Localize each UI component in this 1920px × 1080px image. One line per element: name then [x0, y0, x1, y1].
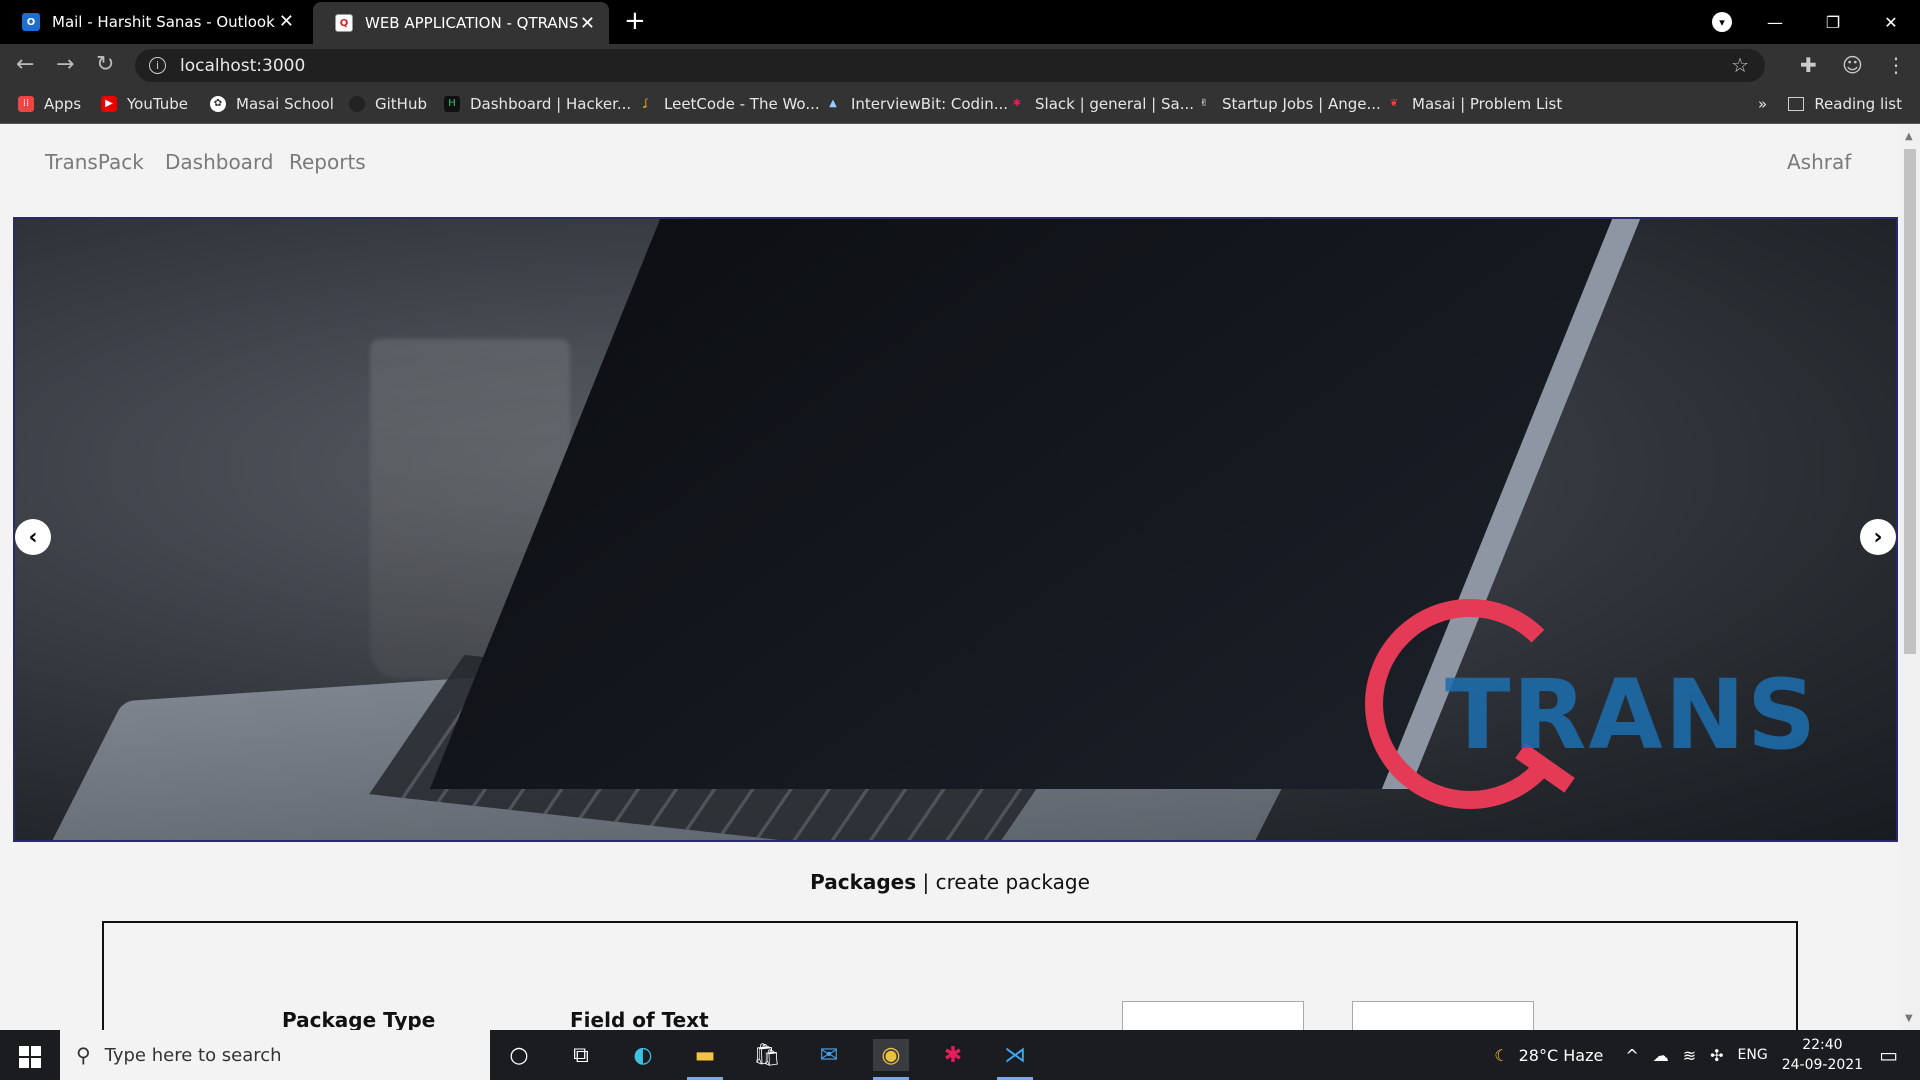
store-icon[interactable]: 🛍 — [749, 1039, 785, 1071]
clock[interactable]: 22:40 24-09-2021 — [1782, 1035, 1863, 1075]
windows-start-icon[interactable] — [0, 1030, 60, 1080]
app-navbar: TransPack Dashboard Reports Ashraf — [0, 125, 1900, 197]
bookmark-hackerrank[interactable]: H Dashboard | Hacker... — [444, 95, 631, 113]
notifications-icon[interactable]: ▭ — [1879, 1043, 1898, 1067]
angellist-icon: ✌ — [1199, 98, 1209, 109]
qtrans-logo-text: TRANS — [1445, 659, 1819, 771]
back-icon[interactable]: ← — [16, 52, 34, 77]
scroll-up-icon[interactable]: ▲ — [1905, 131, 1913, 142]
browser-tab-strip: O Mail - Harshit Sanas - Outlook ✕ Q WEB… — [0, 0, 1920, 44]
restore-icon[interactable]: ❐ — [1804, 13, 1862, 32]
forward-icon[interactable]: → — [56, 52, 74, 77]
bookmark-masai-problems[interactable]: ❦ Masai | Problem List — [1386, 95, 1562, 113]
bookmark-github[interactable]: GitHub — [349, 95, 427, 113]
packages-link[interactable]: Packages — [810, 870, 916, 894]
masai-icon: ✿ — [210, 96, 226, 112]
tab-title: WEB APPLICATION - QTRANS — [365, 14, 579, 32]
taskbar-search-input[interactable]: ⚲ Type here to search — [60, 1030, 490, 1080]
bookmark-slack[interactable]: ✱ Slack | general | Sa... — [1009, 95, 1194, 113]
slack-taskbar-icon[interactable]: ✱ — [935, 1039, 971, 1071]
nav-reports-link[interactable]: Reports — [289, 150, 366, 174]
reading-list-button[interactable]: Reading list — [1788, 95, 1902, 113]
address-bar-row: ← → ↻ i localhost:3000 ☆ ✚ ☺ ⋮ — [0, 44, 1920, 87]
package-type-label: Package Type — [282, 1008, 436, 1030]
user-name-link[interactable]: Ashraf — [1787, 150, 1851, 174]
chrome-icon[interactable]: ◉ — [873, 1039, 909, 1080]
system-tray: ☾ 28°C Haze ^ ☁ ≋ ✣ ENG 22:40 24-09-2021… — [1494, 1030, 1920, 1080]
bookmarks-bar: ⁞⁞ Apps ▶ YouTube ✿ Masai School GitHub H Da… — [0, 87, 1920, 124]
weather-icon: ☾ — [1494, 1045, 1509, 1065]
reload-icon[interactable]: ↻ — [96, 52, 114, 77]
url-text: localhost:3000 — [180, 55, 306, 76]
bookmark-youtube[interactable]: ▶ YouTube — [101, 95, 188, 113]
brand-link[interactable]: TransPack — [45, 150, 144, 174]
onedrive-icon[interactable]: ☁ — [1653, 1046, 1669, 1065]
package-links: Packages | create package — [0, 870, 1900, 894]
bookmark-masai-school[interactable]: ✿ Masai School — [210, 95, 334, 113]
github-icon — [349, 96, 365, 112]
page-viewport: TransPack Dashboard Reports Ashraf TRANS… — [0, 125, 1900, 1030]
profile-avatar[interactable]: ☺ — [1842, 53, 1863, 77]
windows-taskbar: ⚲ Type here to search ○ ⧉ ◐ ▬ 🛍 ✉ ◉ ✱ ⋊ … — [0, 1030, 1920, 1080]
clock-date: 24-09-2021 — [1781, 1057, 1864, 1073]
reading-list-icon — [1788, 97, 1805, 111]
window-controls: — ❐ ✕ — [1746, 0, 1920, 44]
leetcode-icon: ʆ — [644, 98, 648, 109]
file-explorer-icon[interactable]: ▬ — [687, 1039, 723, 1080]
task-view-icon[interactable]: ⧉ — [563, 1039, 599, 1071]
bookmark-star-icon[interactable]: ☆ — [1731, 53, 1749, 77]
scrollbar-thumb[interactable] — [1904, 149, 1916, 654]
field-of-text-label: Field of Text — [570, 1008, 709, 1030]
cortana-icon[interactable]: ○ — [501, 1039, 537, 1071]
tab-search-icon[interactable]: ▾ — [1712, 12, 1732, 32]
page-scrollbar[interactable]: ▲ ▼ — [1900, 125, 1920, 1030]
bookmark-leetcode[interactable]: ʆ LeetCode - The Wo... — [638, 95, 819, 113]
scroll-down-icon[interactable]: ▼ — [1905, 1013, 1913, 1024]
close-window-icon[interactable]: ✕ — [1862, 13, 1920, 32]
network-icon[interactable]: ✣ — [1710, 1046, 1723, 1065]
language-indicator[interactable]: ENG — [1738, 1047, 1768, 1063]
bookmarks-overflow-icon[interactable]: » — [1758, 95, 1767, 113]
qtrans-icon: Q — [335, 14, 353, 32]
slack-icon: ✱ — [1012, 98, 1022, 109]
mail-icon[interactable]: ✉ — [811, 1039, 847, 1071]
carousel-prev-button[interactable]: ‹ — [15, 519, 51, 555]
bookmark-interviewbit[interactable]: ▲ InterviewBit: Codin... — [825, 95, 1008, 113]
close-tab-icon[interactable]: ✕ — [279, 11, 294, 32]
extensions-icon[interactable]: ✚ — [1800, 53, 1817, 77]
new-tab-button[interactable]: + — [624, 6, 646, 36]
nav-dashboard-link[interactable]: Dashboard — [165, 150, 274, 174]
link-separator: | — [922, 870, 930, 894]
wifi-icon[interactable]: ≋ — [1683, 1046, 1696, 1065]
edge-icon[interactable]: ◐ — [625, 1039, 661, 1071]
hero-carousel: TRANS ‹ › — [13, 217, 1898, 842]
bookmark-angellist[interactable]: ✌ Startup Jobs | Ange... — [1196, 95, 1381, 113]
tab-title: Mail - Harshit Sanas - Outlook — [52, 13, 275, 31]
tab-qtrans[interactable]: Q WEB APPLICATION - QTRANS ✕ — [313, 2, 609, 44]
search-placeholder: Type here to search — [104, 1044, 282, 1066]
minimize-icon[interactable]: — — [1746, 13, 1804, 32]
site-info-icon[interactable]: i — [149, 57, 166, 74]
close-tab-icon[interactable]: ✕ — [580, 13, 595, 34]
tray-chevron-icon[interactable]: ^ — [1625, 1046, 1638, 1065]
form-input-2[interactable] — [1352, 1001, 1534, 1030]
clock-time: 22:40 — [1802, 1037, 1843, 1053]
weather-text[interactable]: 28°C Haze — [1519, 1046, 1604, 1065]
tab-outlook[interactable]: O Mail - Harshit Sanas - Outlook ✕ — [0, 0, 308, 44]
bookmark-apps[interactable]: ⁞⁞ Apps — [18, 95, 81, 113]
youtube-icon: ▶ — [101, 96, 117, 112]
form-input-1[interactable] — [1122, 1001, 1304, 1030]
package-form: Package Type Field of Text — [102, 921, 1798, 1030]
outlook-icon: O — [22, 13, 40, 31]
url-input[interactable]: i localhost:3000 ☆ — [135, 49, 1765, 82]
hackerrank-icon: H — [444, 96, 460, 112]
masai-problem-icon: ❦ — [1389, 98, 1399, 109]
menu-kebab-icon[interactable]: ⋮ — [1886, 53, 1906, 77]
create-package-link[interactable]: create package — [936, 870, 1090, 894]
apps-grid-icon: ⁞⁞ — [18, 96, 34, 112]
search-icon: ⚲ — [76, 1043, 91, 1067]
carousel-next-button[interactable]: › — [1860, 519, 1896, 555]
interviewbit-icon: ▲ — [829, 98, 837, 109]
vscode-icon[interactable]: ⋊ — [997, 1039, 1033, 1080]
